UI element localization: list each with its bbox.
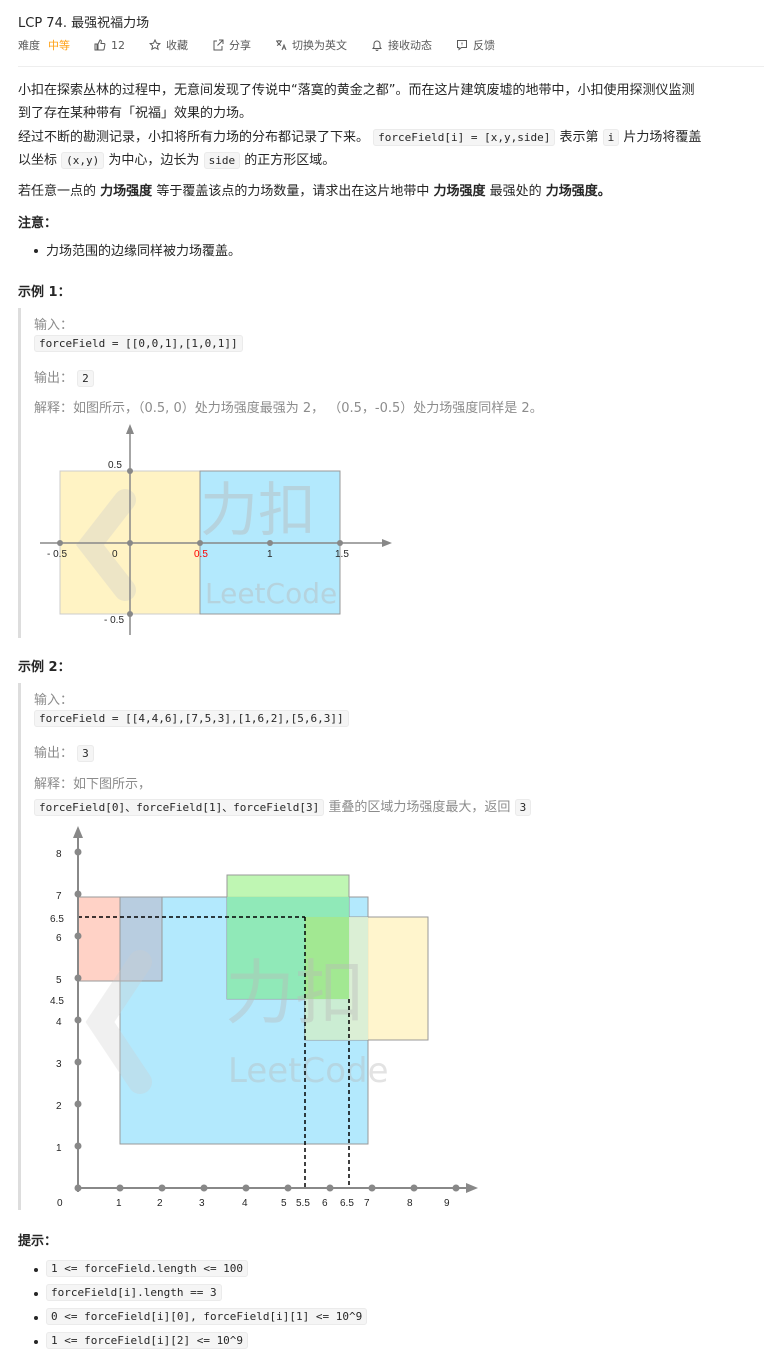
feedback-icon <box>457 40 467 51</box>
inline-code: i <box>602 129 620 146</box>
hint-item: 1 <= forceField[i][2] <= 10^9 <box>46 1329 249 1352</box>
example-1-input-label: 输入： <box>34 318 74 333</box>
tick-label: 9 <box>444 1198 450 1209</box>
star-icon <box>149 39 161 51</box>
watermark-en: LeetCode <box>228 1051 389 1091</box>
tick-label: 0 <box>57 1198 63 1209</box>
tick-label-highlight: 0.5 <box>194 549 208 560</box>
example-2-explanation-2: forceField[0]、forceField[1]、forceField[3… <box>34 796 532 816</box>
tick-label: 5.5 <box>296 1198 310 1209</box>
list-bullet <box>34 1268 38 1272</box>
hint-item: 0 <= forceField[i][0], forceField[i][1] … <box>46 1305 368 1328</box>
inline-code: side <box>203 152 241 169</box>
example-1-quote-bar <box>18 308 21 638</box>
tick-label: 7 <box>364 1198 370 1209</box>
feedback-button[interactable]: 反馈 <box>456 37 495 53</box>
example-1-title: 示例 1： <box>18 285 71 300</box>
tick-label: 4.5 <box>50 996 64 1007</box>
hints-title: 提示： <box>18 1234 58 1249</box>
description-line-3: 经过不断的勘测记录，小扣将所有力场的分布都记录了下来。 forceField[i… <box>18 129 702 146</box>
example-2-quote-bar <box>18 683 21 1210</box>
tick-label: 1.5 <box>335 549 349 560</box>
watermark-cn: 力扣 <box>225 952 365 1034</box>
example-2-output: 输出： 3 <box>34 742 94 762</box>
example-1-input: forceField = [[0,0,1],[1,0,1]] <box>34 335 243 352</box>
hint-item: forceField[i].length == 3 <box>46 1281 222 1304</box>
note-item: 力场范围的边缘同样被力场覆盖。 <box>46 244 242 259</box>
tick-label: 6 <box>56 933 62 944</box>
header-divider <box>18 66 764 67</box>
example-1-figure: 力扣 LeetCode - 0.5 0 0.5 1 1.5 0.5 - 0.5 <box>40 424 392 635</box>
description-line-2: 到了存在某种带有「祝福」效果的力场。 <box>18 106 253 121</box>
like-button[interactable]: 12 <box>94 39 125 52</box>
hint-item: 1 <= forceField.length <= 100 <box>46 1257 249 1280</box>
tick-label: 7 <box>56 891 62 902</box>
tick-label: 5 <box>56 975 62 986</box>
tick-label: 4 <box>56 1017 62 1028</box>
example-2-input-label: 输入： <box>34 693 74 708</box>
tick-label: - 0.5 <box>104 615 124 626</box>
difficulty-label: 难度 <box>18 39 40 52</box>
watermark-cn: 力扣 <box>200 476 316 544</box>
example-2-title: 示例 2： <box>18 660 71 675</box>
y-axis-arrow-icon <box>126 424 134 434</box>
description-line-4: 以坐标 (x,y) 为中心，边长为 side 的正方形区域。 <box>18 152 336 169</box>
example-1-output: 输出： 2 <box>34 367 94 387</box>
tick-label: 8 <box>407 1198 413 1209</box>
thumbs-up-icon <box>94 39 106 51</box>
example-2-input: forceField = [[4,4,6],[7,5,3],[1,6,2],[5… <box>34 710 349 727</box>
tick-label: - 0.5 <box>47 549 67 560</box>
difficulty: 难度 中等 <box>18 37 70 53</box>
example-1-explanation: 解释：如图所示，（0.5, 0）处力场强度最强为 2， （0.5，-0.5）处力… <box>34 401 543 416</box>
tick-label: 2 <box>56 1101 62 1112</box>
tick-label: 6.5 <box>50 914 64 925</box>
share-icon <box>213 39 224 51</box>
tick-label: 6.5 <box>340 1198 354 1209</box>
bell-icon <box>372 40 382 51</box>
subscribe-button[interactable]: 接收动态 <box>371 37 432 53</box>
description-line-5: 若任意一点的 力场强度 等于覆盖该点的力场数量，请求出在这片地带中 力场强度 最… <box>18 184 611 199</box>
problem-meta-bar: 难度 中等 12 收藏 分享 切换为英文 接收动态 反馈 <box>18 37 519 53</box>
tick-label: 8 <box>56 849 62 860</box>
tick-label: 2 <box>157 1198 163 1209</box>
x-axis-arrow-icon <box>466 1183 478 1193</box>
tick-label: 1 <box>116 1198 122 1209</box>
difficulty-badge: 中等 <box>48 39 70 52</box>
list-bullet <box>34 1340 38 1344</box>
list-bullet <box>34 1292 38 1296</box>
y-axis-arrow-icon <box>73 826 83 838</box>
x-axis-arrow-icon <box>382 539 392 547</box>
example-2-figure: 力扣 LeetCode 0 1 2 3 4 5 5.5 6 6.5 7 8 9 … <box>50 826 478 1209</box>
tick-label: 6 <box>322 1198 328 1209</box>
tick-label: 3 <box>199 1198 205 1209</box>
inline-code: forceField[i] = [x,y,side] <box>373 129 556 146</box>
translate-icon <box>276 40 287 51</box>
problem-title: LCP 74. 最强祝福力场 <box>18 16 150 31</box>
switch-language-button[interactable]: 切换为英文 <box>275 37 347 53</box>
note-title: 注意： <box>18 216 58 231</box>
description-line-1: 小扣在探索丛林的过程中，无意间发现了传说中“落寞的黄金之都”。而在这片建筑废墟的… <box>18 83 695 98</box>
share-button[interactable]: 分享 <box>212 37 251 53</box>
like-count: 12 <box>111 38 125 52</box>
inline-code: (x,y) <box>61 152 105 169</box>
favorite-button[interactable]: 收藏 <box>149 37 188 53</box>
tick-label: 3 <box>56 1059 62 1070</box>
list-bullet <box>34 249 38 253</box>
tick-label: 5 <box>281 1198 287 1209</box>
list-bullet <box>34 1316 38 1320</box>
tick-label: 4 <box>242 1198 248 1209</box>
tick-label: 1 <box>267 549 273 560</box>
watermark-en: LeetCode <box>205 577 337 610</box>
tick-label: 1 <box>56 1143 62 1154</box>
example-2-explanation-1: 解释：如下图所示， <box>34 777 152 792</box>
tick-label: 0.5 <box>108 460 122 471</box>
tick-label: 0 <box>112 549 118 560</box>
